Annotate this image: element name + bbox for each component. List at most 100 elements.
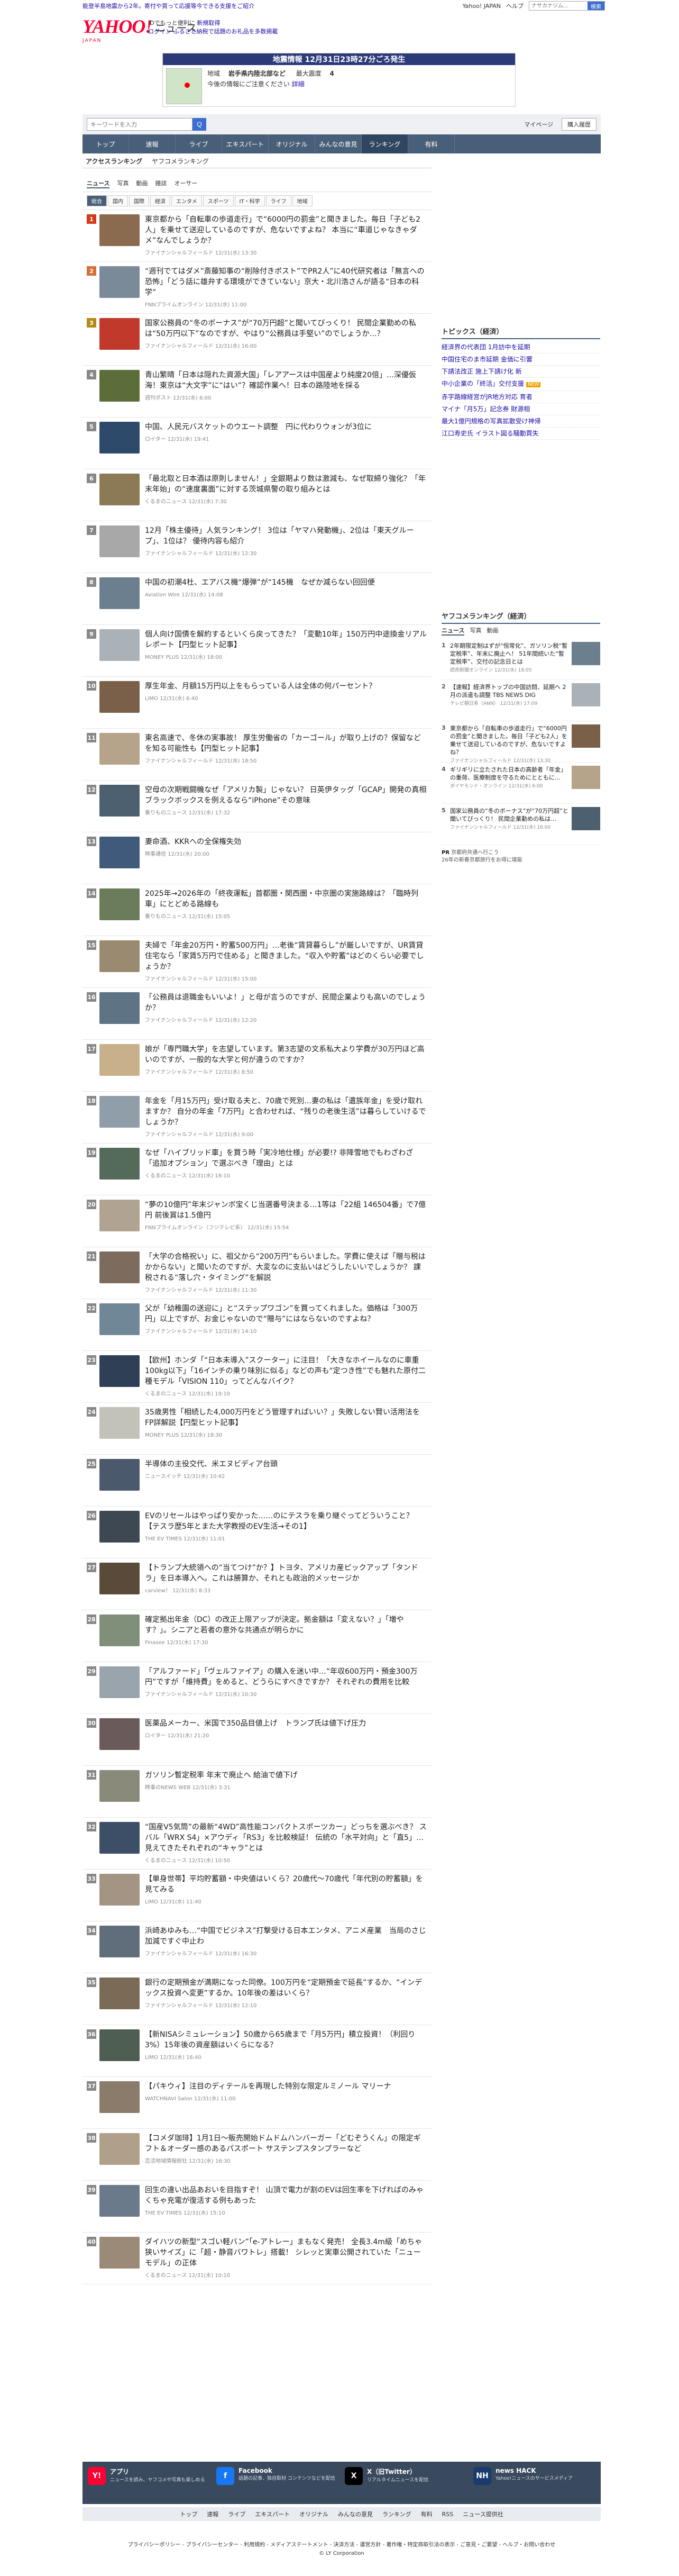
article-title[interactable]: “週刊でてはダメ”斎藤知事の“削除付きポスト”でPR2人”に40代研究者は「無言… <box>145 266 427 298</box>
topic-item[interactable]: 中国住宅のま市延期 金価に引響 <box>442 353 600 366</box>
side-tab-news[interactable]: ニュース <box>442 626 465 636</box>
article-thumbnail[interactable] <box>99 1096 140 1128</box>
article-title[interactable]: 回生の違い出品あおいを目指すぞ！ 山頂で電力が割のEVは回生率を下げればのみゃく… <box>145 2185 427 2206</box>
side-rank-thumbnail[interactable] <box>572 724 600 748</box>
footer-nav-item[interactable]: エキスパート <box>255 2510 290 2518</box>
footer-nav-item[interactable]: ライブ <box>228 2510 245 2518</box>
article-title[interactable]: 2025年→2026年の「終夜運転」首都圏・関西圏・中京圏の実施路線は？「臨時列… <box>145 888 427 910</box>
article-thumbnail[interactable] <box>99 214 140 246</box>
ranking-item[interactable]: 9 個人向け国債を解約するといくら戻ってきた？「変動10年」150万円中途換金リア… <box>82 625 432 677</box>
article-title[interactable]: 空母の次期戦闘機なぜ「アメリカ製」じゃない？ 日英伊タッグ「GCAP」開発の真相… <box>145 785 427 806</box>
ranking-item[interactable]: 24 35歳男性「相続した4,000万円をどう管理すればいい？」失敗しない賢い活用… <box>82 1403 432 1455</box>
article-title[interactable]: 国家公務員の“冬のボーナス”が“70万円超”と聞いてびっくり！ 民間企業勤めの私… <box>145 318 427 339</box>
article-title[interactable]: ガソリン暫定税率 年末で廃止へ 給油で値下げ <box>145 1770 427 1781</box>
side-rank-item[interactable]: 2 【速報】経済界トップの中国訪問、延期へ 2月の派遣も調整 TBS NEWS D… <box>442 680 600 721</box>
purchase-history-button[interactable]: 購入履歴 <box>562 118 597 131</box>
article-thumbnail[interactable] <box>99 1251 140 1283</box>
topic-item[interactable]: 中小企業の「終活」交付支援 NEW <box>442 378 600 391</box>
article-thumbnail[interactable] <box>99 2133 140 2165</box>
article-title[interactable]: 【パキウィ】注目のディテールを再現した特別な限定ルミノール マリーナ <box>145 2081 427 2092</box>
gnav-expert[interactable]: エキスパート <box>222 134 269 153</box>
promo-link[interactable]: 能登半島地震から2年。寄付や買って応援等今できる支援をご紹介 <box>82 2 254 10</box>
article-thumbnail[interactable] <box>99 422 140 453</box>
footer-nav-item[interactable]: RSS <box>442 2511 454 2518</box>
article-thumbnail[interactable] <box>99 681 140 713</box>
mypage-link[interactable]: マイページ <box>524 120 553 129</box>
article-thumbnail[interactable] <box>99 1614 140 1646</box>
search-icon[interactable]: Q <box>192 118 206 131</box>
ranking-item[interactable]: 38 【コメダ珈琲】1月1日〜販売開始ドムドムハンバーガー「どむぞうくん」の限定ギ… <box>82 2129 432 2181</box>
article-title[interactable]: 厚生年金、月額15万円以上をもらっている人は全体の何パーセント？ <box>145 681 427 692</box>
article-thumbnail[interactable] <box>99 1926 140 1957</box>
ranking-item[interactable]: 1 東京都から「自転車の歩道走行」で“6000円の罰金”と聞きました。毎日「子ども… <box>82 210 432 262</box>
ranking-item[interactable]: 19 なぜ「ハイブリッド車」を買う時「実冷地仕様」が必要!? 非降雪地でもわざわざ… <box>82 1144 432 1195</box>
side-rank-title[interactable]: 国家公務員の“冬のボーナス”が“70万円超”と聞いてびっくり！ 民間企業勤めの私… <box>450 808 568 822</box>
gnav-opinion[interactable]: みんなの意見 <box>315 134 362 153</box>
ranking-item[interactable]: 17 娘が「専門職大学」を志望しています。第3志望の文系私大より学費が30万円ほど… <box>82 1040 432 1092</box>
side-tab-photos[interactable]: 写真 <box>470 626 481 636</box>
ranking-item[interactable]: 5 中国、人民元バスケットのウエート調整 円に代わりウォンが3位に ロイター 12/… <box>82 418 432 469</box>
genre-sports[interactable]: スポーツ <box>203 195 234 206</box>
article-thumbnail[interactable] <box>99 733 140 765</box>
article-thumbnail[interactable] <box>99 1874 140 1906</box>
side-rank-item[interactable]: 3 東京都から「自転車の歩道走行」で“6000円の罰金”と聞きました。毎日「子ども… <box>442 721 600 764</box>
topic-item[interactable]: 赤字路線経営がJR地方対応 育者 <box>442 391 600 403</box>
ranking-item[interactable]: 18 年金を「月15万円」受け取る夫と、70歳で死別…妻の私は「遺族年金」を受け取… <box>82 1092 432 1144</box>
article-thumbnail[interactable] <box>99 1666 140 1698</box>
article-thumbnail[interactable] <box>99 2185 140 2217</box>
ranking-item[interactable]: 32 “国産V5気筒”の最新“4WD”高性能コンパクトスポーツカー」どっちを選ぶべ… <box>82 1818 432 1870</box>
article-title[interactable]: 【トランプ大統領への“当てつけ”か？】トヨタ、アメリカ産ピックアップ「タンドラ」… <box>145 1563 427 1584</box>
top-search-input[interactable] <box>529 2 588 10</box>
ranking-item[interactable]: 14 2025年→2026年の「終夜運転」首都圏・関西圏・中京圏の実施路線は？「臨… <box>82 884 432 936</box>
ranking-item[interactable]: 20 “夢の10億円”年末ジャンボ宝くじ当選番号決まる…1等は「22組 14650… <box>82 1195 432 1247</box>
ranking-item[interactable]: 30 医薬品メーカー、米国で350品目値上げ トランプ氏は値下げ圧力 ロイター 12… <box>82 1714 432 1766</box>
article-title[interactable]: 【単身世帯】平均貯蓄額・中央値はいくら？20歳代〜70歳代「年代別の貯蓄額」を見… <box>145 1874 427 1895</box>
ranking-item[interactable]: 13 妻命酒、KKRへの全保権失効 時事通信 12/31(水) 20:00 <box>82 832 432 884</box>
ranking-item[interactable]: 6 「最北取と日本酒は原則しません！」全銀期より数は激減も、なぜ取締り強化？「年末… <box>82 469 432 521</box>
topic-item[interactable]: 江口寿史氏 イラスト図る騒動買失 <box>442 428 600 440</box>
article-thumbnail[interactable] <box>99 1303 140 1335</box>
ranking-item[interactable]: 29 「アルファード」「ヴェルファイア」の購入を迷い中…“年収600万円・預金30… <box>82 1662 432 1714</box>
article-title[interactable]: “国産V5気筒”の最新“4WD”高性能コンパクトスポーツカー」どっちを選ぶべき？… <box>145 1822 427 1854</box>
article-thumbnail[interactable] <box>99 474 140 505</box>
ranking-item[interactable]: 23 【欧州】ホンダ「“日本未導入”スクーター」に注目！「大きなホイールなのに車重… <box>82 1351 432 1403</box>
gnav-breaking[interactable]: 速報 <box>129 134 176 153</box>
app-card[interactable]: Y! アプリ ニュースを読み、ヤフコメや写真も楽しめる <box>88 2467 210 2499</box>
genre-all[interactable]: 総合 <box>87 195 107 206</box>
article-thumbnail[interactable] <box>99 1978 140 2009</box>
app-card[interactable]: NH news HACK Yahoo!ニュースのサービスメディア <box>473 2467 595 2499</box>
earthquake-alert[interactable]: 地震情報 12月31日23時27分ごろ発生 地域 岩手県内陸北部など 最大震度 … <box>162 53 516 107</box>
ranking-item[interactable]: 8 中国の初潮4杜、エアバス機“爆弾”が“145機 なぜか減らない回回便 Aviat… <box>82 573 432 625</box>
article-title[interactable]: 【欧州】ホンダ「“日本未導入”スクーター」に注目！「大きなホイールなのに車重10… <box>145 1355 427 1387</box>
article-thumbnail[interactable] <box>99 1511 140 1543</box>
ranking-item[interactable]: 16 「公務員は退職金もいいよ！」と母が言うのですが、民間企業よりも高いのでしょう… <box>82 988 432 1040</box>
article-title[interactable]: 年金を「月15万円」受け取る夫と、70歳で死別…妻の私は「遺族年金」を受け取れま… <box>145 1096 427 1128</box>
article-title[interactable]: 「アルファード」「ヴェルファイア」の購入を迷い中…“年収600万円・預金300万… <box>145 1666 427 1688</box>
genre-local[interactable]: 地域 <box>292 195 313 206</box>
news-search-input[interactable] <box>87 118 192 131</box>
article-thumbnail[interactable] <box>99 1770 140 1802</box>
article-thumbnail[interactable] <box>99 1200 140 1231</box>
help-link[interactable]: ヘルプ <box>506 2 524 10</box>
article-title[interactable]: 夫婦で「年金20万円・貯蓄500万円」…老後“賃貸暮らし”が厳しいですが、UR賃… <box>145 940 427 972</box>
article-thumbnail[interactable] <box>99 2029 140 2061</box>
tab-videos[interactable]: 動画 <box>136 179 148 188</box>
ranking-item[interactable]: 26 EVのリセールはやっぱり安かった……のにテスラを乗り継ぐってどういうこと？【… <box>82 1507 432 1558</box>
article-title[interactable]: 「最北取と日本酒は原則しません！」全銀期より数は激減も、なぜ取締り強化？「年末年… <box>145 474 427 495</box>
ranking-item[interactable]: 3 国家公務員の“冬のボーナス”が“70万円超”と聞いてびっくり！ 民間企業勤めの… <box>82 314 432 366</box>
article-title[interactable]: 確定拠出年金（DC）の改正上限アップが決定。拠金額は「変えない？」「増やす？」。… <box>145 1614 427 1636</box>
ranking-item[interactable]: 31 ガソリン暫定税率 年末で廃止へ 給油で値下げ 時事の​NEWS WEB 12/… <box>82 1766 432 1818</box>
genre-world[interactable]: 国際 <box>129 195 149 206</box>
top-search-button[interactable]: 検索 <box>588 2 604 10</box>
yahoo-japan-link[interactable]: Yahoo! JAPAN <box>462 3 501 10</box>
article-title[interactable]: 妻命酒、KKRへの全保権失効 <box>145 837 427 847</box>
gnav-ranking[interactable]: ランキング <box>362 134 408 153</box>
article-thumbnail[interactable] <box>99 2237 140 2269</box>
footer-links[interactable]: プライバシーポリシー - プライバシーセンター - 利用規約 - メディアステー… <box>82 2540 601 2548</box>
login-link[interactable]: ログイン <box>148 28 171 35</box>
gnav-top[interactable]: トップ <box>82 134 129 153</box>
ranking-item[interactable]: 27 【トランプ大統領への“当てつけ”か？】トヨタ、アメリカ産ピックアップ「タンド… <box>82 1558 432 1610</box>
ranking-item[interactable]: 25 半導体の主役交代、米エヌビディア台頭 ニュースイッチ 12/31(水) 10:… <box>82 1455 432 1507</box>
ranking-item[interactable]: 28 確定拠出年金（DC）の改正上限アップが決定。拠金額は「変えない？」「増やす？… <box>82 1610 432 1662</box>
ranking-item[interactable]: 4 青山繁晴「日本は隠れた資源大国」「レアアースは中国産より純度20倍」…深優仮海… <box>82 366 432 418</box>
